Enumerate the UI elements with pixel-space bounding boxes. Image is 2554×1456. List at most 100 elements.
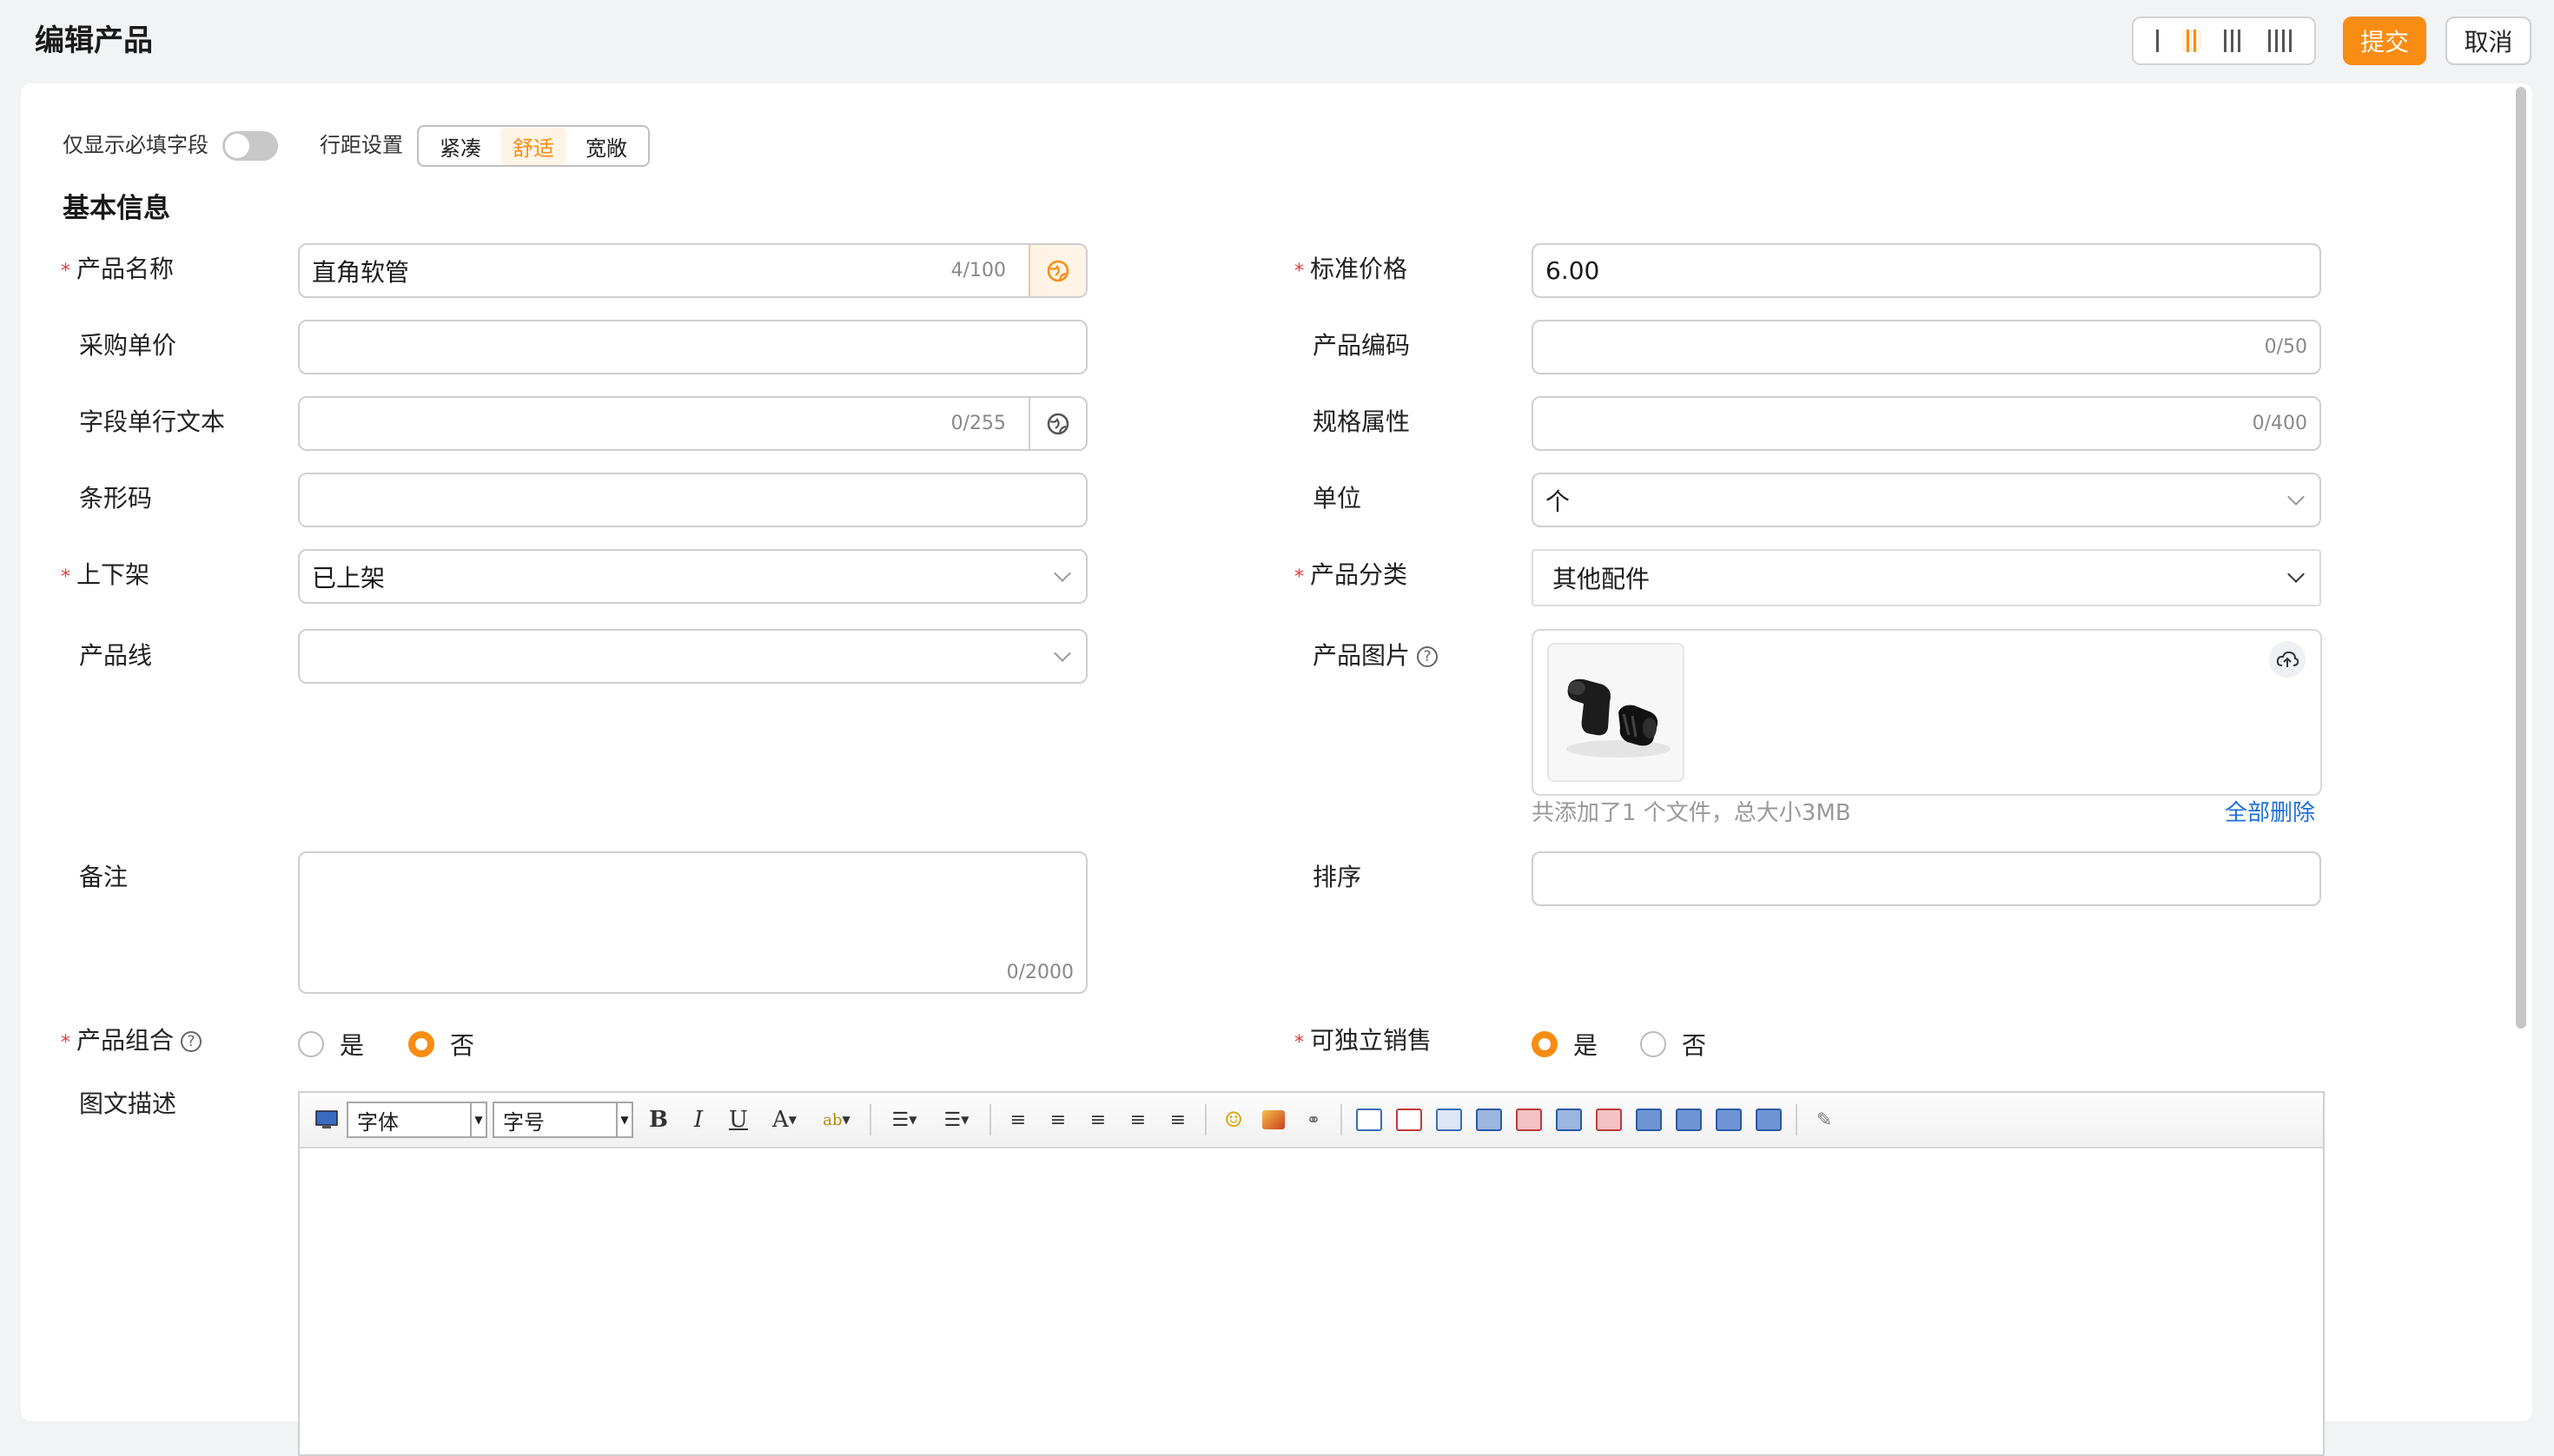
justify-icon[interactable]: ≡ — [1161, 1102, 1195, 1137]
product-combo-yes[interactable]: 是 — [298, 1027, 364, 1062]
insert-column-icon[interactable] — [1552, 1102, 1586, 1137]
radio-button[interactable] — [1640, 1031, 1666, 1057]
font-size-placeholder: 字号 — [503, 1109, 545, 1135]
barcode-label: 条形码 — [79, 484, 153, 513]
translate-button[interactable] — [1029, 398, 1086, 449]
scrollbar[interactable] — [2516, 87, 2526, 1029]
spacing-comfortable-option[interactable]: 舒适 — [500, 127, 566, 165]
radio-button[interactable] — [1532, 1031, 1558, 1057]
product-name-input[interactable]: 直角软管 4/100 — [298, 243, 1088, 298]
purchase-price-input[interactable] — [298, 320, 1088, 374]
category-label: * 产品分类 — [1294, 560, 1408, 589]
submit-button[interactable]: 提交 — [2343, 17, 2426, 65]
product-code-label: 产品编码 — [1313, 331, 1411, 360]
category-value: 其他配件 — [1552, 565, 1651, 593]
listing-status-value: 已上架 — [312, 563, 386, 592]
file-info-text: 共添加了1 个文件，总大小3MB — [1532, 800, 1851, 826]
chevron-down-icon — [1054, 644, 1071, 662]
globe-icon — [1047, 260, 1069, 281]
font-family-select[interactable]: 字体 ▼ — [347, 1102, 487, 1138]
listing-status-select[interactable]: 已上架 — [298, 549, 1088, 604]
rich-description-label: 图文描述 — [79, 1089, 177, 1118]
spec-attr-label: 规格属性 — [1313, 407, 1411, 436]
merge-cells-icon[interactable] — [1631, 1102, 1666, 1137]
radio-label: 否 — [450, 1031, 475, 1060]
barcode-input[interactable] — [298, 473, 1088, 527]
monitor-icon — [315, 1110, 338, 1128]
bold-icon[interactable]: B — [641, 1102, 676, 1137]
delete-all-link[interactable]: 全部删除 — [2225, 796, 2315, 831]
link-icon[interactable]: ⚭ — [1296, 1102, 1331, 1137]
layout-1-column-button[interactable] — [2151, 30, 2164, 52]
spacing-label: 行距设置 — [320, 133, 403, 157]
layout-4-column-button[interactable] — [2263, 30, 2297, 52]
upload-button[interactable] — [2269, 641, 2306, 678]
radio-button[interactable] — [408, 1031, 434, 1057]
required-only-label: 仅显示必填字段 — [63, 133, 208, 157]
eraser-icon[interactable]: ✎ — [1807, 1102, 1842, 1137]
purchase-price-label: 采购单价 — [79, 331, 177, 360]
page-title: 编辑产品 — [35, 23, 153, 58]
radio-button[interactable] — [298, 1031, 324, 1057]
spacing-compact-option[interactable]: 紧凑 — [427, 128, 493, 165]
category-select[interactable]: 其他配件 — [1532, 549, 2321, 606]
cancel-button[interactable]: 取消 — [2445, 17, 2531, 65]
sell-separately-no[interactable]: 否 — [1640, 1027, 1706, 1062]
dropdown-arrow-icon: ▼ — [616, 1103, 632, 1136]
product-code-input[interactable]: 0/50 — [1532, 320, 2321, 374]
delete-table-icon[interactable] — [1392, 1102, 1426, 1137]
source-code-button[interactable] — [309, 1102, 344, 1137]
highlight-color-icon[interactable]: ab ▼ — [813, 1102, 860, 1137]
italic-icon[interactable]: I — [681, 1102, 716, 1137]
image-icon[interactable] — [1256, 1102, 1291, 1137]
help-icon[interactable]: ? — [181, 1031, 202, 1052]
product-code-count: 0/50 — [2264, 336, 2307, 358]
dropdown-arrow-icon: ▼ — [470, 1103, 486, 1136]
font-color-icon[interactable]: A ▼ — [761, 1102, 808, 1137]
product-image-thumbnail[interactable] — [1547, 643, 1684, 782]
layout-2-column-button[interactable] — [2181, 30, 2201, 52]
sell-separately-label: * 可独立销售 — [1294, 1026, 1432, 1055]
underline-icon[interactable]: U — [721, 1102, 756, 1137]
ordered-list-icon[interactable]: ☰ ▼ — [881, 1102, 928, 1137]
align-right-icon[interactable]: ≡ — [1121, 1102, 1155, 1137]
delete-column-icon[interactable] — [1591, 1102, 1626, 1137]
product-line-select[interactable] — [298, 629, 1088, 684]
editor-toolbar: 字体 ▼ 字号 ▼ B I U A ▼ ab ▼ ☰ ▼ ☰ ▼ ≡ ≡ ≡ ≡ ≡ ☺ ⚭ — [300, 1093, 2323, 1148]
help-icon[interactable]: ? — [1417, 646, 1439, 667]
required-only-toggle[interactable] — [222, 131, 278, 161]
radio-label: 是 — [340, 1031, 365, 1060]
remark-textarea[interactable]: 0/2000 — [298, 851, 1088, 994]
spec-attr-input[interactable]: 0/400 — [1532, 396, 2321, 451]
unordered-list-icon[interactable]: ☰ ▼ — [933, 1102, 980, 1137]
sort-order-input[interactable] — [1532, 851, 2321, 906]
standard-price-input[interactable]: 6.00 — [1532, 243, 2321, 298]
merge-down-icon[interactable] — [1711, 1102, 1746, 1137]
sell-separately-yes[interactable]: 是 — [1532, 1027, 1598, 1062]
table-icon[interactable] — [1352, 1102, 1386, 1137]
indent-icon[interactable]: ≡ — [1001, 1102, 1035, 1137]
delete-row-icon[interactable] — [1512, 1102, 1546, 1137]
column-layout-switch — [2132, 17, 2316, 65]
standard-price-value: 6.00 — [1545, 256, 1600, 285]
single-line-text-count: 0/255 — [950, 413, 1006, 434]
rich-text-editor: 字体 ▼ 字号 ▼ B I U A ▼ ab ▼ ☰ ▼ ☰ ▼ ≡ ≡ ≡ ≡ ≡ ☺ ⚭ — [298, 1091, 2325, 1456]
remark-count: 0/2000 — [1006, 962, 1074, 983]
product-combo-no[interactable]: 否 — [408, 1027, 474, 1062]
merge-right-icon[interactable] — [1671, 1102, 1706, 1137]
align-left-icon[interactable]: ≡ — [1041, 1102, 1075, 1137]
standard-price-label: * 标准价格 — [1294, 255, 1408, 283]
emoji-icon[interactable]: ☺ — [1216, 1102, 1251, 1137]
spacing-wide-option[interactable]: 宽敞 — [573, 128, 639, 165]
chevron-down-icon — [2287, 566, 2305, 583]
insert-row-icon[interactable] — [1472, 1102, 1506, 1137]
unit-select[interactable]: 个 — [1532, 473, 2321, 527]
single-line-text-input[interactable]: 0/255 — [298, 396, 1088, 451]
table-caption-icon[interactable] — [1432, 1102, 1466, 1137]
translate-button[interactable] — [1029, 245, 1086, 296]
align-center-icon[interactable]: ≡ — [1081, 1102, 1115, 1137]
font-size-select[interactable]: 字号 ▼ — [493, 1102, 633, 1138]
split-cells-icon[interactable] — [1751, 1102, 1786, 1137]
single-line-text-label: 字段单行文本 — [79, 407, 226, 436]
layout-3-column-button[interactable] — [2219, 30, 2246, 52]
